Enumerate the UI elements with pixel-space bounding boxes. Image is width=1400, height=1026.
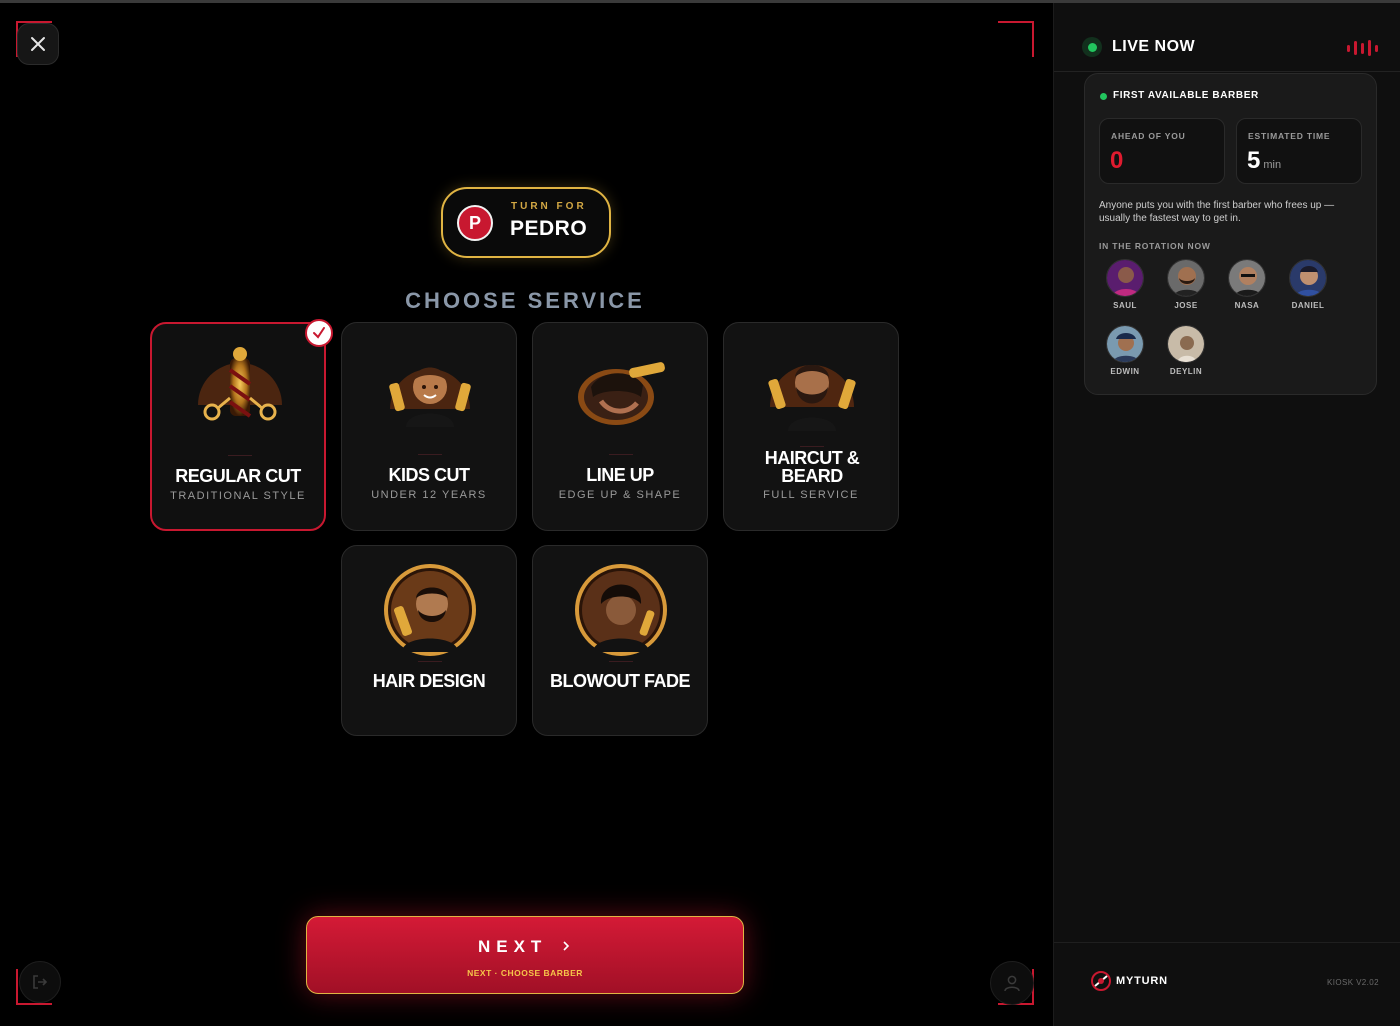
barber-nasa[interactable]: NASA — [1222, 259, 1272, 310]
avatar — [1106, 325, 1144, 363]
avatar — [1289, 259, 1327, 297]
live-indicator — [1082, 37, 1102, 57]
account-button[interactable] — [990, 961, 1034, 1005]
first-available-barber-card[interactable]: FIRST AVAILABLE BARBER AHEAD OF YOU 0 ES… — [1084, 73, 1377, 395]
version-label: KIOSK V2.02 — [1327, 978, 1379, 987]
selected-check-badge — [305, 319, 333, 347]
hair-design-icon — [380, 560, 480, 660]
barber-edwin[interactable]: EDWIN — [1100, 325, 1150, 376]
service-card-haircut-beard[interactable]: HAIRCUT & BEARD FULL SERVICE — [723, 322, 899, 531]
divider — [1054, 942, 1400, 943]
customer-name: PEDRO — [510, 217, 588, 240]
card-divider — [228, 455, 252, 456]
divider — [1054, 71, 1400, 72]
service-card-kids-cut[interactable]: KIDS CUT UNDER 12 YEARS — [341, 322, 517, 531]
next-button-label: NEXT — [307, 937, 743, 957]
frame-corner-top-right — [998, 21, 1034, 57]
estimated-time-stat: ESTIMATED TIME 5 min — [1236, 118, 1362, 184]
card-divider — [418, 454, 442, 455]
kid-barber-icon — [380, 339, 480, 439]
stat-label: ESTIMATED TIME — [1248, 131, 1331, 141]
barber-name: SAUL — [1113, 301, 1137, 310]
logout-icon — [33, 975, 48, 989]
myturn-logo-icon — [1091, 971, 1111, 991]
service-subtitle: EDGE UP & SHAPE — [558, 489, 682, 501]
service-title: BLOWOUT FADE — [550, 671, 691, 691]
lineup-clipper-icon — [571, 339, 671, 439]
logout-button[interactable] — [19, 961, 61, 1003]
card-divider — [609, 454, 633, 455]
barber-name: NASA — [1234, 301, 1260, 310]
avatar — [1228, 259, 1266, 297]
sidebar-title: LIVE NOW — [1112, 38, 1196, 55]
available-dot — [1100, 93, 1107, 100]
service-card-regular-cut[interactable]: REGULAR CUT TRADITIONAL STYLE — [150, 319, 333, 531]
service-title: HAIRCUT & BEARD — [764, 448, 860, 486]
service-card-line-up[interactable]: LINE UP EDGE UP & SHAPE — [532, 322, 708, 531]
barber-daniel[interactable]: DANIEL — [1283, 259, 1333, 310]
card-divider — [609, 661, 633, 662]
stat-unit: min — [1263, 159, 1282, 171]
card-title: FIRST AVAILABLE BARBER — [1113, 90, 1259, 101]
stat-label: AHEAD OF YOU — [1111, 131, 1186, 141]
barber-name: DANIEL — [1291, 301, 1325, 310]
close-icon — [31, 37, 45, 51]
stat-value: 5 — [1247, 147, 1261, 174]
customer-avatar: P — [457, 205, 493, 241]
service-title: HAIR DESIGN — [372, 671, 486, 691]
turn-for-label: TURN FOR — [511, 201, 587, 212]
card-divider — [418, 661, 442, 662]
barber-name: DEYLIN — [1169, 367, 1203, 376]
check-icon — [313, 327, 325, 339]
barber-name: JOSE — [1174, 301, 1198, 310]
audio-bars-icon — [1347, 40, 1378, 56]
user-icon — [1004, 975, 1020, 992]
chevron-right-icon — [563, 941, 570, 951]
service-subtitle: FULL SERVICE — [763, 489, 859, 501]
rotation-label: IN THE ROTATION NOW — [1099, 241, 1211, 251]
main-area: P TURN FOR PEDRO CHOOSE SERVICE REGULAR … — [0, 3, 1053, 1026]
barber-saul[interactable]: SAUL — [1100, 259, 1150, 310]
ahead-of-you-stat: AHEAD OF YOU 0 — [1099, 118, 1225, 184]
turn-for-badge: P TURN FOR PEDRO — [441, 187, 611, 258]
description: Anyone puts you with the first barber wh… — [1099, 200, 1335, 224]
service-card-hair-design[interactable]: HAIR DESIGN — [341, 545, 517, 736]
barber-jose[interactable]: JOSE — [1161, 259, 1211, 310]
stat-value: 0 — [1110, 147, 1124, 174]
page-title: CHOOSE SERVICE — [405, 288, 645, 313]
avatar — [1167, 259, 1205, 297]
live-sidebar: LIVE NOW FIRST AVAILABLE BARBER AHEAD OF… — [1053, 3, 1400, 1026]
next-label-text: NEXT — [477, 937, 548, 956]
barber-pole-scissors-icon — [190, 340, 290, 440]
avatar — [1167, 325, 1205, 363]
bearded-man-icon — [762, 339, 862, 439]
card-divider — [800, 446, 824, 447]
close-button[interactable] — [17, 23, 59, 65]
service-subtitle: TRADITIONAL STYLE — [170, 490, 306, 502]
barber-name: EDWIN — [1110, 367, 1140, 376]
next-button-sublabel: NEXT · CHOOSE BARBER — [467, 968, 583, 978]
avatar — [1106, 259, 1144, 297]
brand-name: MYTURN — [1116, 975, 1168, 987]
service-title: REGULAR CUT — [175, 466, 301, 486]
brand-logo: MYTURN — [1090, 970, 1168, 992]
service-subtitle: UNDER 12 YEARS — [371, 489, 487, 501]
blowout-fade-icon — [571, 560, 671, 660]
service-title: LINE UP — [586, 465, 654, 485]
next-button[interactable]: NEXT NEXT · CHOOSE BARBER — [306, 916, 744, 994]
service-card-blowout-fade[interactable]: BLOWOUT FADE — [532, 545, 708, 736]
stat-value-wrap: 5 min — [1247, 147, 1281, 175]
service-title: KIDS CUT — [388, 465, 471, 485]
barber-deylin[interactable]: DEYLIN — [1161, 325, 1211, 376]
